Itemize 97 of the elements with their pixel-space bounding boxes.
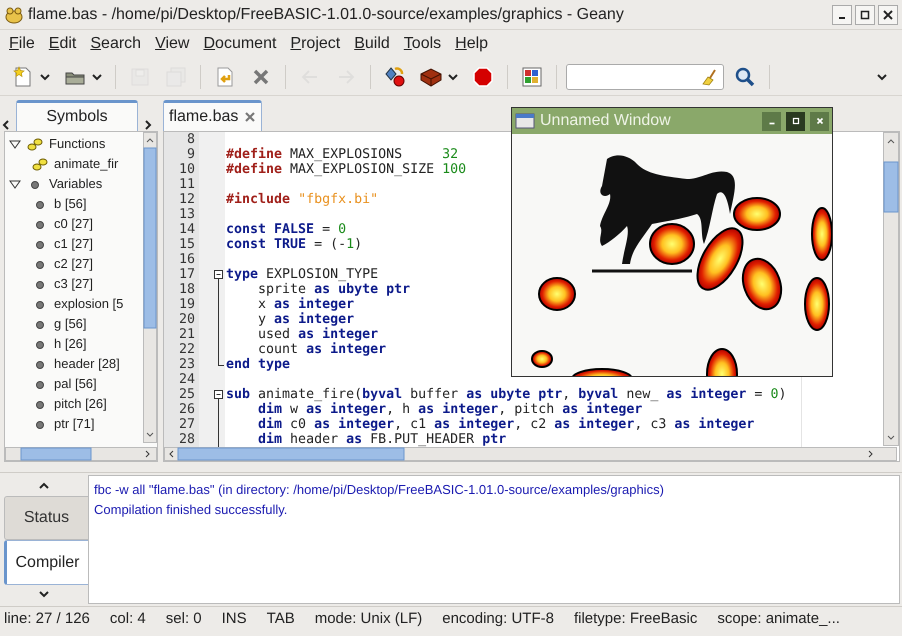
menu-item[interactable]: Tools xyxy=(404,32,442,56)
minimize-button[interactable] xyxy=(832,4,852,24)
panel-tab[interactable]: Status xyxy=(4,496,88,540)
line-number: 23 xyxy=(178,357,196,372)
code-line: count as integer xyxy=(257,342,386,357)
symbol-item[interactable]: ptr [71] xyxy=(54,414,94,434)
expander-icon[interactable] xyxy=(9,138,21,150)
code-line: sprite as ubyte ptr xyxy=(257,282,410,297)
maximize-button[interactable] xyxy=(855,4,875,24)
status-item: scope: animate_... xyxy=(717,609,840,630)
status-item: col: 4 xyxy=(110,609,146,630)
status-item: encoding: UTF-8 xyxy=(442,609,554,630)
line-number: 28 xyxy=(178,432,196,447)
search-field[interactable] xyxy=(566,64,724,90)
compiler-message: Compilation finished successfully. xyxy=(94,501,288,519)
line-number: 19 xyxy=(178,297,196,312)
symbol-item[interactable]: c1 [27] xyxy=(54,234,94,254)
symbol-item[interactable]: c2 [27] xyxy=(54,254,94,274)
line-number: 27 xyxy=(178,417,196,432)
symbol-item[interactable]: c3 [27] xyxy=(54,274,94,294)
line-number: 18 xyxy=(178,282,196,297)
line-number: 13 xyxy=(178,207,196,222)
function-icon xyxy=(26,136,44,152)
scrollbar[interactable] xyxy=(5,447,157,461)
line-number: 20 xyxy=(178,312,196,327)
menu-item[interactable]: Build xyxy=(354,32,390,56)
window-title: flame.bas - /home/pi/Desktop/FreeBASIC-1.01.0-source/examples/graphics - Geany xyxy=(28,4,625,24)
code-line: #define MAX_EXPLOSION_SIZE 100 xyxy=(225,162,466,177)
sidebar-tab[interactable]: Symbols xyxy=(16,100,138,131)
menu-item[interactable]: Help xyxy=(455,32,488,56)
menu-item[interactable]: File xyxy=(9,32,35,56)
menu-item[interactable]: View xyxy=(155,32,190,56)
compiler-message: fbc -w all "flame.bas" (in directory: /home/pi/Desktop/FreeBASIC-1.01.0-source/examples/graphics) xyxy=(94,481,665,499)
line-number: 14 xyxy=(178,222,196,237)
line-number: 24 xyxy=(178,372,196,387)
line-number: 17 xyxy=(178,267,196,282)
symbol-item[interactable]: b [56] xyxy=(54,194,87,214)
panel-tab[interactable]: Compiler xyxy=(4,540,88,585)
line-number: 22 xyxy=(178,342,196,357)
maximize-button[interactable] xyxy=(786,112,805,130)
line-number: 11 xyxy=(178,177,196,192)
code-line: dim c0 as integer, c1 as integer, c2 as integer, c3 as integer xyxy=(257,417,754,432)
line-number: 9 xyxy=(186,147,196,162)
symbol-item[interactable]: c0 [27] xyxy=(54,214,94,234)
code-line: used as integer xyxy=(257,327,378,342)
line-number: 12 xyxy=(178,192,196,207)
fold-marker-icon[interactable] xyxy=(212,387,225,402)
line-number: 21 xyxy=(178,327,196,342)
code-line: x as integer xyxy=(257,297,354,312)
fold-marker-icon[interactable] xyxy=(212,267,225,282)
code-line: end type xyxy=(225,357,290,372)
code-line: #include "fbgfx.bi" xyxy=(225,192,378,207)
symbol-item[interactable]: animate_fir xyxy=(54,154,118,174)
status-item: mode: Unix (LF) xyxy=(314,609,422,630)
file-tab[interactable]: flame.bas xyxy=(163,100,262,131)
menu-item[interactable]: Edit xyxy=(48,32,76,56)
maximize-icon[interactable] xyxy=(859,8,871,20)
symbol-item[interactable]: h [26] xyxy=(54,334,87,354)
code-line: dim w as integer, h as integer, pitch as integer xyxy=(257,402,642,417)
line-number: 16 xyxy=(178,252,196,267)
window-title: Unnamed Window xyxy=(540,111,672,131)
code-line: const FALSE = 0 xyxy=(225,222,346,237)
line-number: 8 xyxy=(186,132,196,147)
menu-item[interactable]: Search xyxy=(90,32,142,56)
code-line: dim header as FB.PUT_HEADER ptr xyxy=(257,432,506,447)
symbol-item[interactable]: Variables xyxy=(49,174,102,194)
code-line: sub animate_fire(byval buffer as ubyte ptr, byval new_ as integer = 0) xyxy=(225,387,786,402)
window-icon xyxy=(515,113,535,129)
code-line: y as integer xyxy=(257,312,354,327)
code-line: type EXPLOSION_TYPE xyxy=(225,267,378,282)
status-item: INS xyxy=(222,609,247,630)
scrollbar[interactable] xyxy=(143,132,157,443)
scrollbar[interactable] xyxy=(164,447,897,461)
symbol-item[interactable]: Functions xyxy=(49,134,106,154)
symbol-item[interactable]: pal [56] xyxy=(54,374,97,394)
symbol-item[interactable]: pitch [26] xyxy=(54,394,107,414)
symbol-item[interactable]: header [28] xyxy=(54,354,120,374)
status-item: line: 27 / 126 xyxy=(4,609,90,630)
line-number: 15 xyxy=(178,237,196,252)
status-item: sel: 0 xyxy=(166,609,202,630)
line-number: 10 xyxy=(178,162,196,177)
app-icon xyxy=(4,6,24,24)
menu-item[interactable]: Project xyxy=(290,32,340,56)
menu-item[interactable]: Document xyxy=(203,32,276,56)
status-item: filetype: FreeBasic xyxy=(574,609,698,630)
symbol-item[interactable]: explosion [5 xyxy=(54,294,124,314)
code-line: const TRUE = (-1) xyxy=(225,237,362,252)
close-button[interactable] xyxy=(878,4,898,24)
close-icon[interactable] xyxy=(882,8,894,20)
code-line: #define MAX_EXPLOSIONS 32 xyxy=(225,147,458,162)
symbol-item[interactable]: g [56] xyxy=(54,314,87,334)
status-item: TAB xyxy=(266,609,295,630)
function-icon xyxy=(31,156,49,172)
scrollbar[interactable] xyxy=(883,132,899,446)
line-number: 25 xyxy=(178,387,196,402)
line-number: 26 xyxy=(178,402,196,417)
expander-icon[interactable] xyxy=(9,178,21,190)
